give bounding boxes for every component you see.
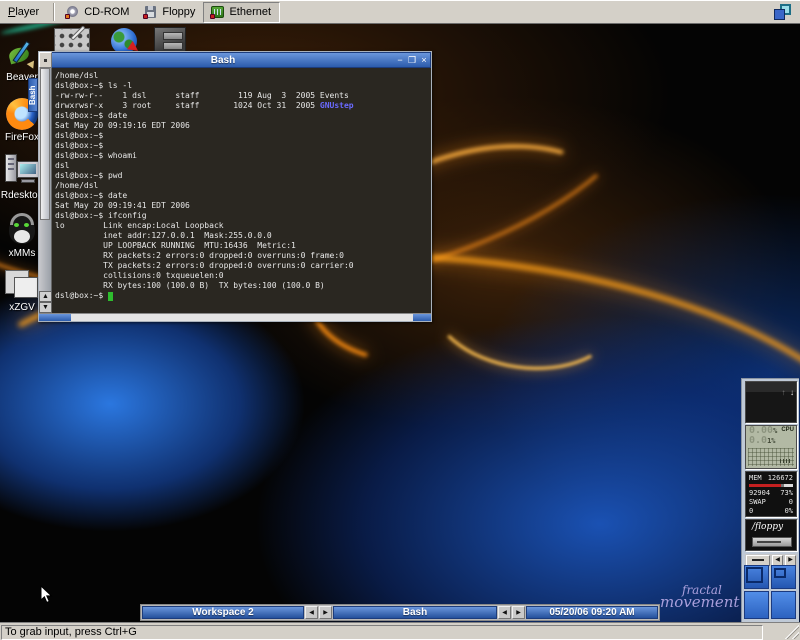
floppy-mount-label: /floppy	[746, 520, 796, 532]
mem-label: MEM	[749, 474, 762, 483]
cdrom-button-label: CD-ROM	[84, 6, 129, 18]
close-button[interactable]: ×	[418, 53, 430, 67]
cdrom-icon	[65, 5, 80, 19]
vmware-statusbar: To grab input, press Ctrl+G	[0, 622, 800, 640]
minimize-button[interactable]: −	[394, 53, 406, 67]
floppy-button-label: Floppy	[162, 6, 195, 18]
mem-total: 126672	[768, 474, 793, 483]
window-resize-grip[interactable]	[783, 624, 799, 639]
cpu-label: CPU	[781, 427, 794, 433]
vmware-toolbar: Player CD-ROM Floppy Ethernet	[0, 0, 800, 24]
scroll-up-button[interactable]: ▲	[39, 291, 52, 302]
xmms-penguin-icon	[7, 214, 37, 246]
status-message: To grab input, press Ctrl+G	[1, 625, 763, 640]
next-workspace-button[interactable]: ▶	[319, 606, 332, 619]
workspace-pager	[744, 565, 798, 620]
taskbar-window-button[interactable]: Bash	[333, 606, 497, 619]
mem-used: 92904	[749, 489, 770, 498]
fluxbox-toolbar: Workspace 2 ◀ ▶ Bash ◀ ▶ 05/20/06 09:20 …	[140, 604, 660, 621]
terminal-text[interactable]: /home/dsldsl@box:~$ ls -l-rw-rw-r-- 1 ds…	[52, 68, 431, 313]
swap-pct: 0%	[785, 507, 793, 516]
pager-window-outline	[746, 567, 763, 583]
download-arrow-icon: ↓	[790, 388, 794, 397]
window-menu-button[interactable]	[39, 52, 52, 68]
prev-window-button[interactable]: ◀	[498, 606, 511, 619]
scrollbar-thumb[interactable]	[40, 68, 50, 220]
floppy-icon	[143, 5, 158, 19]
floppy-mount-dockapp: /floppy	[745, 519, 797, 551]
upload-arrow-icon: ↑	[782, 388, 786, 397]
net-monitor-dockapp: ↑ ↓	[745, 381, 797, 423]
cdrom-button[interactable]: CD-ROM	[59, 2, 137, 23]
terminal-bottom-border[interactable]	[39, 313, 431, 321]
cpu-monitor-dockapp: CPU 0.00% 0.01%	[745, 425, 797, 469]
ethernet-icon	[210, 5, 225, 19]
wallpaper-signature: fractal movement	[660, 584, 739, 608]
mouse-cursor	[40, 585, 53, 604]
terminal-window: Bash − ❐ × ▲ ▼ /home/dsldsl@box:~$ ls -l…	[38, 51, 432, 322]
terminal-titlebar[interactable]: Bash − ❐ ×	[39, 52, 431, 68]
player-menu[interactable]: Player	[0, 4, 49, 21]
ethernet-button[interactable]: Ethernet	[203, 2, 280, 23]
workspace-indicator[interactable]: Workspace 2	[142, 606, 304, 619]
window-title: Bash	[52, 55, 394, 66]
resize-grip-right[interactable]	[413, 314, 431, 321]
rdesktop-icon	[3, 154, 41, 188]
resize-grip-left[interactable]	[39, 314, 71, 321]
mem-used-pct: 73%	[780, 489, 793, 498]
floppy-drive-image	[752, 537, 792, 547]
next-window-button[interactable]: ▶	[512, 606, 525, 619]
window-side-tab[interactable]: Bash	[28, 78, 38, 112]
memory-monitor-dockapp: MEM126672 9290473% SWAP0 00%	[745, 471, 797, 517]
xzgv-photo-icon	[5, 268, 39, 300]
beaver-pen-icon	[7, 40, 37, 70]
pager-window-outline	[774, 568, 786, 578]
scroll-down-button[interactable]: ▼	[39, 302, 52, 313]
cpu-graph-grid	[748, 448, 794, 466]
ethernet-button-label: Ethernet	[229, 6, 271, 18]
swap-total: 0	[789, 498, 793, 507]
pager-workspace-1[interactable]	[744, 565, 769, 589]
pager-workspace-4[interactable]	[771, 591, 796, 619]
taskbar-clock: 05/20/06 09:20 AM	[526, 606, 658, 619]
prev-workspace-button[interactable]: ◀	[305, 606, 318, 619]
toolbar-separator	[53, 3, 55, 21]
floppy-button[interactable]: Floppy	[137, 2, 203, 23]
swap-used: 0	[749, 507, 753, 516]
maximize-button[interactable]: ❐	[406, 53, 418, 67]
pager-workspace-3[interactable]	[744, 591, 769, 619]
wallpaper-orange-arc	[423, 236, 628, 381]
fullscreen-button[interactable]	[770, 2, 796, 23]
terminal-scrollbar[interactable]: ▲ ▼	[39, 68, 52, 313]
mem-usage-bar	[749, 484, 793, 487]
swap-label: SWAP	[749, 498, 766, 507]
pager-workspace-2[interactable]	[771, 565, 796, 589]
